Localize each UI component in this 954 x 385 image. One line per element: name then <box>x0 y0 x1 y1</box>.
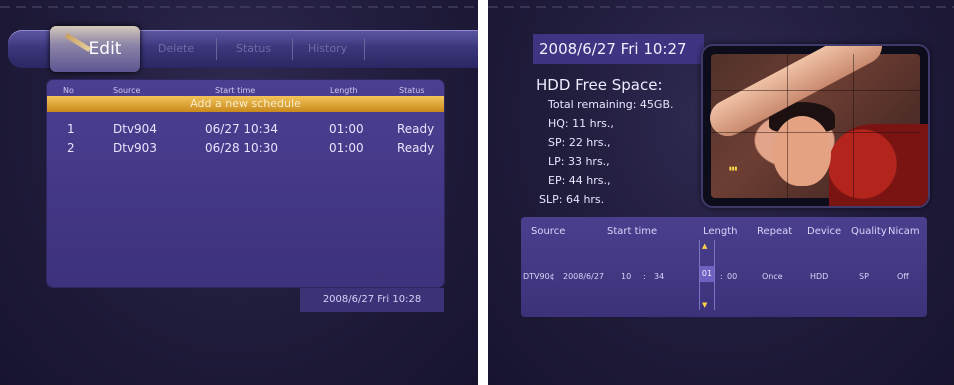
schedule-table: No Source Start time Length Status Add a… <box>47 80 444 287</box>
col-no: No <box>63 86 74 95</box>
lp-hours: LP: 33 hrs., <box>548 155 610 168</box>
cell-length: 01:00 <box>329 122 364 136</box>
header-nicam: Nicam <box>888 226 920 237</box>
video-grid-line <box>853 54 854 198</box>
video-subject-dress <box>829 124 928 206</box>
table-row[interactable]: 2 Dtv903 06/28 10:30 01:00 Ready <box>47 141 444 157</box>
value-colon: : <box>643 272 646 281</box>
schedule-edit-screen: 2008/6/27 Fri 10:27 HDD Free Space: Tota… <box>488 0 954 385</box>
value-minute[interactable]: 34 <box>654 272 664 281</box>
hdd-free-space-title: HDD Free Space: <box>536 76 663 94</box>
up-arrow-icon[interactable]: ▲ <box>702 242 707 250</box>
record-settings-panel: Source Start time Length Repeat Device Q… <box>521 217 927 317</box>
cell-length: 01:00 <box>329 141 364 155</box>
pencil-icon <box>64 32 92 53</box>
value-length-hours[interactable]: 01 <box>700 266 714 282</box>
down-arrow-icon[interactable]: ▼ <box>702 301 707 309</box>
value-device[interactable]: HDD <box>810 272 828 281</box>
header-length: Length <box>703 226 738 237</box>
add-schedule-row[interactable]: Add a new schedule <box>47 96 444 112</box>
tab-separator <box>216 38 217 60</box>
value-repeat[interactable]: Once <box>762 272 783 281</box>
video-preview: ▮▮▮ <box>703 46 928 206</box>
header-source: Source <box>531 226 566 237</box>
video-frame: ▮▮▮ <box>703 46 928 206</box>
cell-start: 06/27 10:34 <box>205 122 278 136</box>
col-status: Status <box>399 86 425 95</box>
header-device: Device <box>807 226 842 237</box>
schedule-list-screen: Edit Delete Status History No Source Sta… <box>0 0 478 385</box>
tab-edit-label: Edit <box>88 39 122 59</box>
datetime-display: 2008/6/27 Fri 10:27 <box>533 34 704 64</box>
hq-hours: HQ: 11 hrs., <box>548 117 614 130</box>
value-hour[interactable]: 10 <box>621 272 631 281</box>
value-date[interactable]: 2008/6/27 <box>563 272 604 281</box>
top-divider <box>488 6 954 8</box>
tab-status[interactable]: Status <box>236 30 271 68</box>
cell-source: Dtv903 <box>113 141 157 155</box>
tab-separator <box>292 38 293 60</box>
cell-source: Dtv904 <box>113 122 157 136</box>
header-quality: Quality <box>851 226 887 237</box>
tab-separator <box>364 38 365 60</box>
cell-no: 1 <box>67 122 75 136</box>
cell-status: Ready <box>397 141 435 155</box>
tab-delete[interactable]: Delete <box>158 30 194 68</box>
slp-hours: SLP: 64 hrs. <box>539 193 605 206</box>
video-grid-line <box>711 90 920 91</box>
top-divider <box>0 6 478 8</box>
value-nicam[interactable]: Off <box>897 272 909 281</box>
value-quality[interactable]: SP <box>859 272 869 281</box>
total-remaining: Total remaining: 45GB. <box>548 98 674 111</box>
col-length: Length <box>330 86 358 95</box>
cell-start: 06/28 10:30 <box>205 141 278 155</box>
tab-edit[interactable]: Edit <box>50 26 140 72</box>
cell-no: 2 <box>67 141 75 155</box>
col-start-time: Start time <box>215 86 256 95</box>
cell-status: Ready <box>397 122 435 136</box>
col-source: Source <box>113 86 141 95</box>
header-start-time: Start time <box>607 226 658 237</box>
video-grid-line <box>711 132 920 133</box>
table-row[interactable]: 1 Dtv904 06/27 10:34 01:00 Ready <box>47 122 444 138</box>
sp-hours: SP: 22 hrs., <box>548 136 611 149</box>
video-subject-face <box>773 116 831 186</box>
value-colon: : <box>720 272 723 281</box>
tab-bar: Edit Delete Status History <box>8 26 478 72</box>
ep-hours: EP: 44 hrs., <box>548 174 611 187</box>
video-grid-line <box>787 54 788 198</box>
value-length-minutes[interactable]: 00 <box>727 272 737 281</box>
tab-history[interactable]: History <box>308 30 347 68</box>
video-osd-icon: ▮▮▮ <box>729 166 738 172</box>
header-repeat: Repeat <box>757 226 793 237</box>
value-source[interactable]: DTV90¢ <box>523 272 555 281</box>
current-time: 2008/6/27 Fri 10:28 <box>300 288 444 312</box>
